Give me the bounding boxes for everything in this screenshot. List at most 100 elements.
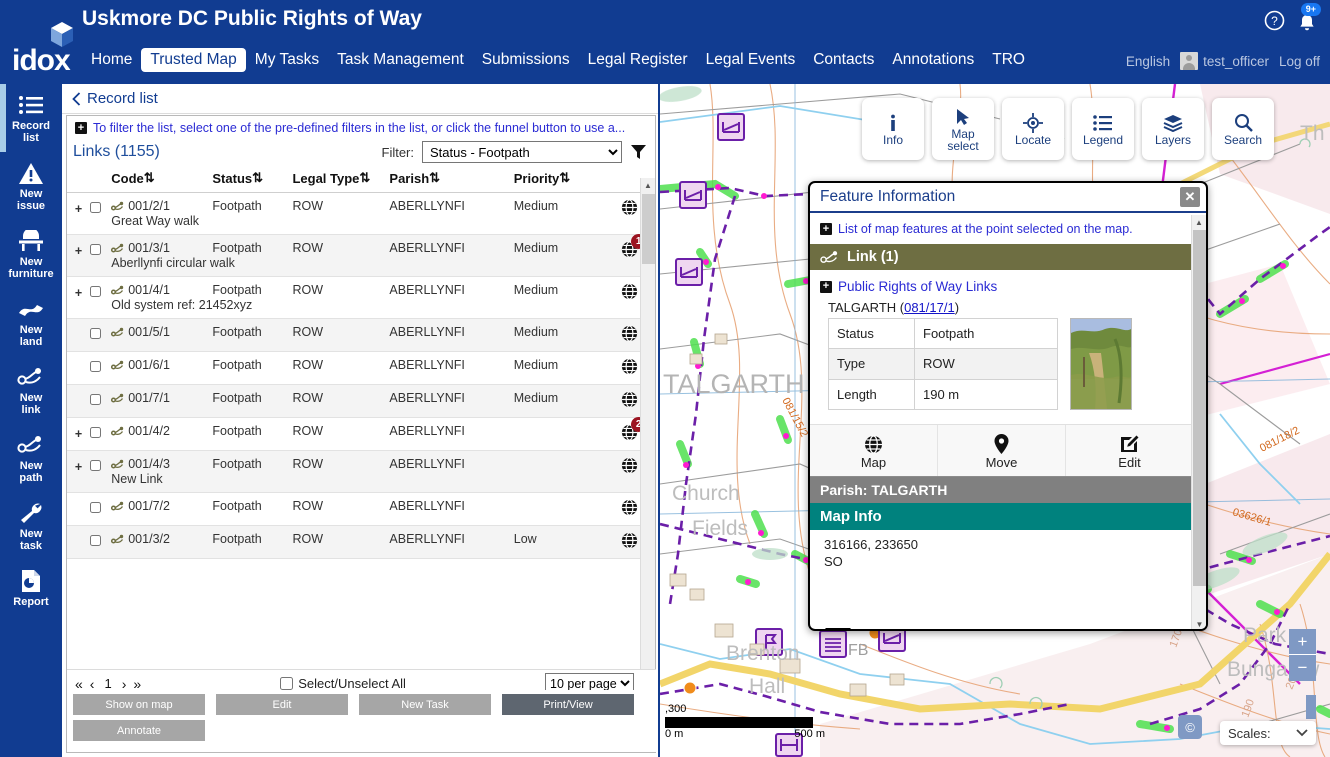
list-scrollbar[interactable]: ▲ ▼ — [640, 178, 655, 742]
funnel-icon[interactable] — [630, 144, 647, 161]
select-all-checkbox[interactable] — [280, 677, 294, 690]
map-tool-locate[interactable]: Locate — [1002, 98, 1064, 160]
row-checkbox-cell[interactable] — [90, 276, 112, 319]
table-row[interactable]: 001/7/2 Footpath ROW ABERLLYNFI — [67, 492, 655, 526]
row-checkbox-cell[interactable] — [90, 384, 112, 418]
scroll-thumb[interactable] — [1193, 230, 1206, 586]
feature-action-edit[interactable]: Edit — [1066, 425, 1193, 476]
th-status[interactable]: Status⇅ — [212, 167, 293, 193]
breadcrumb[interactable]: Record list — [62, 84, 658, 114]
close-icon[interactable]: ✕ — [1180, 187, 1200, 207]
feature-info-hint[interactable]: + List of map features at the point sele… — [810, 215, 1193, 241]
prow-links-link[interactable]: + Public Rights of Way Links — [810, 270, 1193, 298]
sidebar-item-new-land[interactable]: New land — [0, 288, 62, 356]
feature-photo-thumbnail[interactable] — [1070, 318, 1132, 410]
row-expand-toggle[interactable]: + — [67, 450, 91, 493]
row-checkbox-cell[interactable] — [90, 417, 112, 451]
map-tool-legend[interactable]: Legend — [1072, 98, 1134, 160]
row-checkbox[interactable] — [90, 427, 102, 438]
show-on-map-button[interactable]: Show on map — [73, 694, 205, 715]
map-tool-info[interactable]: Info — [862, 98, 924, 160]
parcel-code-link[interactable]: 081/17/1 — [904, 300, 955, 315]
globe-icon[interactable] — [621, 457, 638, 477]
map-tool-layers[interactable]: Layers — [1142, 98, 1204, 160]
table-row[interactable]: 001/6/1 Footpath ROW ABERLLYNFI Medium — [67, 351, 655, 385]
th-parish[interactable]: Parish⇅ — [389, 167, 514, 193]
logoff-link[interactable]: Log off — [1279, 54, 1320, 69]
scroll-up-arrow[interactable]: ▲ — [1192, 215, 1206, 229]
th-code[interactable]: Code⇅ — [111, 167, 213, 193]
table-row[interactable]: 001/3/2 Footpath ROW ABERLLYNFI Low — [67, 525, 655, 559]
feature-action-map[interactable]: Map — [810, 425, 938, 476]
scroll-thumb[interactable] — [642, 194, 655, 264]
row-expand-toggle[interactable]: + — [67, 276, 91, 319]
globe-icon[interactable] — [621, 499, 638, 519]
scales-dropdown[interactable]: Scales: — [1220, 721, 1316, 745]
table-row[interactable]: +001/4/1 Old system ref: 21452xyz Footpath… — [67, 276, 655, 319]
row-expand-toggle[interactable]: + — [67, 192, 91, 235]
table-row[interactable]: +001/3/1 Aberllynfi circular walk Footpath… — [67, 234, 655, 277]
table-row[interactable]: +001/4/2 Footpath ROW ABERLLYNFI 2 — [67, 417, 655, 451]
row-checkbox-cell[interactable] — [90, 192, 112, 235]
row-checkbox-cell[interactable] — [90, 450, 112, 493]
feature-action-move[interactable]: Move — [938, 425, 1066, 476]
nav-item-submissions[interactable]: Submissions — [473, 48, 579, 72]
row-checkbox-cell[interactable] — [90, 318, 112, 352]
table-row[interactable]: +001/4/3 New Link Footpath ROW ABERLLYNFI — [67, 450, 655, 493]
nav-item-task-management[interactable]: Task Management — [328, 48, 473, 72]
sidebar-item-new-path[interactable]: New path — [0, 424, 62, 492]
row-checkbox-cell[interactable] — [90, 351, 112, 385]
print-view-button[interactable]: Print/View — [502, 694, 634, 715]
row-checkbox-cell[interactable] — [90, 234, 112, 277]
globe-icon[interactable] — [621, 532, 638, 552]
globe-icon[interactable] — [621, 199, 638, 219]
map-tool-search[interactable]: Search — [1212, 98, 1274, 160]
sidebar-item-new-issue[interactable]: New issue — [0, 152, 62, 220]
language-selector[interactable]: English — [1126, 54, 1170, 69]
nav-item-my-tasks[interactable]: My Tasks — [246, 48, 328, 72]
row-checkbox[interactable] — [90, 394, 102, 405]
row-checkbox[interactable] — [90, 244, 102, 255]
globe-icon[interactable] — [621, 358, 638, 378]
th-legal-type[interactable]: Legal Type⇅ — [292, 167, 390, 193]
globe-icon[interactable] — [621, 283, 638, 303]
globe-icon[interactable]: 1 — [621, 234, 647, 261]
row-checkbox-cell[interactable] — [90, 492, 112, 526]
sidebar-item-report[interactable]: Report — [0, 560, 62, 616]
row-checkbox[interactable] — [90, 202, 102, 213]
nav-item-contacts[interactable]: Contacts — [804, 48, 883, 72]
sidebar-item-new-furniture[interactable]: New furniture — [0, 220, 62, 288]
nav-item-legal-register[interactable]: Legal Register — [579, 48, 697, 72]
table-row[interactable]: 001/7/1 Footpath ROW ABERLLYNFI Medium — [67, 384, 655, 418]
globe-icon[interactable] — [621, 391, 638, 411]
row-expand-toggle[interactable]: + — [67, 234, 91, 277]
filter-hint[interactable]: + To filter the list, select one of the … — [67, 116, 655, 139]
th-priority[interactable]: Priority⇅ — [513, 167, 605, 193]
nav-item-home[interactable]: Home — [82, 48, 141, 72]
zoom-in-button[interactable]: + — [1289, 629, 1316, 655]
select-all-control[interactable]: Select/Unselect All — [280, 676, 406, 691]
nav-item-tro[interactable]: TRO — [983, 48, 1034, 72]
feature-info-scrollbar[interactable]: ▲ ▼ — [1191, 215, 1206, 629]
row-checkbox[interactable] — [90, 502, 102, 513]
filter-select[interactable]: Status - Footpath — [422, 141, 622, 163]
sidebar-item-new-task[interactable]: New task — [0, 492, 62, 560]
edit-button[interactable]: Edit — [216, 694, 348, 715]
annotate-button[interactable]: Annotate — [73, 720, 205, 741]
nav-item-trusted-map[interactable]: Trusted Map — [141, 48, 246, 72]
row-expand-toggle[interactable]: + — [67, 417, 91, 451]
row-checkbox[interactable] — [90, 460, 102, 471]
sidebar-item-record-list[interactable]: Record list — [0, 84, 62, 152]
sidebar-item-new-link[interactable]: New link — [0, 356, 62, 424]
nav-item-annotations[interactable]: Annotations — [883, 48, 983, 72]
globe-icon[interactable] — [621, 325, 638, 345]
user-menu[interactable]: test_officer — [1180, 52, 1269, 70]
zoom-slider-handle[interactable] — [1306, 695, 1316, 719]
copyright-icon[interactable]: © — [1178, 715, 1202, 739]
help-icon[interactable]: ? — [1264, 10, 1285, 34]
row-checkbox[interactable] — [90, 535, 102, 546]
scroll-up-arrow[interactable]: ▲ — [641, 178, 655, 193]
table-row[interactable]: 001/5/1 Footpath ROW ABERLLYNFI Medium — [67, 318, 655, 352]
map-tool-map-select[interactable]: Map select — [932, 98, 994, 160]
row-checkbox-cell[interactable] — [90, 525, 112, 559]
